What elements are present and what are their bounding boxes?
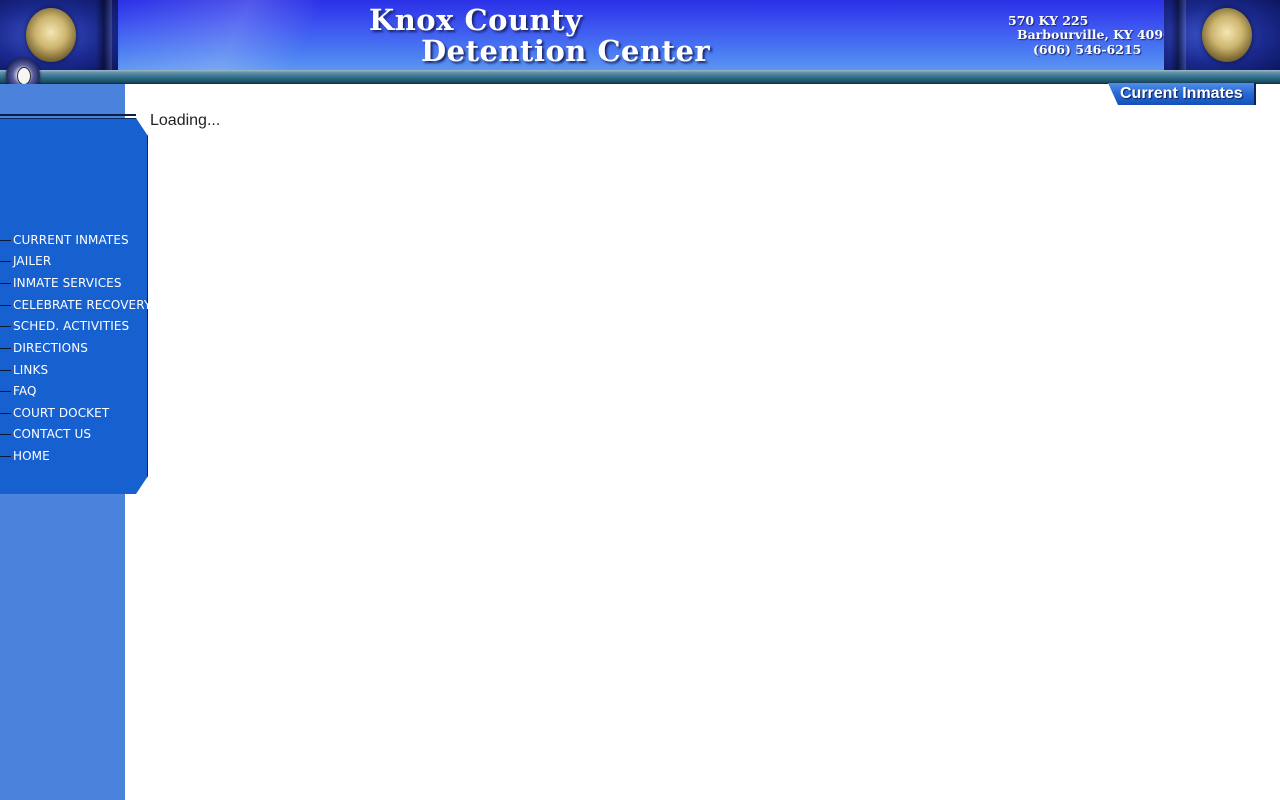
site-title-line1: Knox County xyxy=(369,3,583,37)
nav-item-label: COURT DOCKET xyxy=(13,406,110,420)
state-seal-icon xyxy=(1202,8,1252,62)
nav-item-links[interactable]: LINKS xyxy=(0,361,48,379)
nav-item-label: HOME xyxy=(13,449,50,463)
nav-item-current-inmates[interactable]: CURRENT INMATES xyxy=(0,231,129,249)
flag-fold xyxy=(1170,0,1186,70)
nav-bullet xyxy=(0,260,11,262)
state-seal-icon xyxy=(26,8,76,62)
site-title-line2: Detention Center xyxy=(421,34,711,68)
flag-fold xyxy=(96,0,112,70)
nav-bullet xyxy=(0,282,11,284)
nav-bullet xyxy=(0,239,11,241)
nav-divider xyxy=(0,114,136,116)
nav-item-label: FAQ xyxy=(13,384,37,398)
nav-item-contact-us[interactable]: CONTACT US xyxy=(0,425,91,443)
nav-item-home[interactable]: HOME xyxy=(0,447,50,465)
nav-bullet xyxy=(0,369,11,371)
nav-item-faq[interactable]: FAQ xyxy=(0,382,37,400)
nav-item-label: CELEBRATE RECOVERY xyxy=(13,298,152,312)
nav-bullet xyxy=(0,412,11,414)
nav-bullet xyxy=(0,304,11,306)
nav-item-inmate-services[interactable]: INMATE SERVICES xyxy=(0,274,122,292)
nav-item-label: LINKS xyxy=(13,363,49,377)
nav-bullet xyxy=(0,455,11,457)
nav-item-celebrate-recovery[interactable]: CELEBRATE RECOVERY xyxy=(0,296,151,314)
header-stripe xyxy=(0,70,1280,84)
nav-item-label: JAILER xyxy=(13,254,52,268)
nav-bullet xyxy=(0,390,11,392)
nav-bullet xyxy=(0,433,11,435)
kentucky-flag-right-image xyxy=(1164,0,1280,70)
nav-item-label: SCHED. ACTIVITIES xyxy=(13,319,130,333)
nav-item-label: DIRECTIONS xyxy=(13,341,88,355)
nav-bullet xyxy=(0,325,11,327)
nav-bullet xyxy=(0,347,11,349)
nav-item-label: INMATE SERVICES xyxy=(13,276,122,290)
address-street: 570 KY 225 xyxy=(1008,13,1089,28)
nav-item-directions[interactable]: DIRECTIONS xyxy=(0,339,88,357)
tab-edge xyxy=(1254,83,1256,105)
nav-item-court-docket[interactable]: COURT DOCKET xyxy=(0,404,109,422)
banner-sheen xyxy=(120,0,380,70)
nav-item-label: CONTACT US xyxy=(13,427,92,441)
loading-status: Loading... xyxy=(150,112,221,129)
header-banner: Knox County Detention Center 570 KY 225 … xyxy=(0,0,1280,70)
address-city: Barbourville, KY 40906 xyxy=(1017,27,1181,42)
tab-label: Current Inmates xyxy=(1120,85,1243,102)
nav-item-jailer[interactable]: JAILER xyxy=(0,252,51,270)
badge-emblem xyxy=(17,67,31,85)
current-inmates-tab[interactable]: Current Inmates xyxy=(1108,83,1256,105)
phone-number: (606) 546-6215 xyxy=(1033,42,1142,57)
nav-item-sched-activities[interactable]: SCHED. ACTIVITIES xyxy=(0,317,129,335)
nav-item-label: CURRENT INMATES xyxy=(13,233,129,247)
